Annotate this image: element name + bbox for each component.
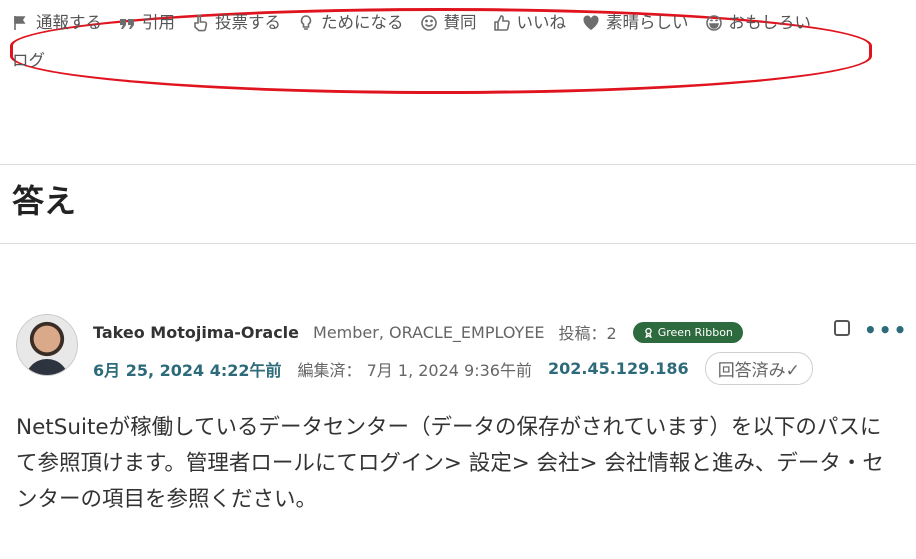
reaction-toolbar: 通報する 引用 投票する ためになる 賛同 いいね 素晴らしい おもしろい ログ [12, 12, 852, 72]
author-role: Member, ORACLE_EMPLOYEE [313, 322, 545, 342]
answers-heading: 答え [12, 182, 77, 220]
awesome-button[interactable]: 素晴らしい [582, 12, 689, 34]
smile-icon [420, 15, 437, 31]
author-name[interactable]: Takeo Motojima-Oracle [93, 323, 299, 342]
author-line: Takeo Motojima-Oracle Member, ORACLE_EMP… [93, 320, 743, 344]
post-meta: 6月 25, 2024 4:22午前 編集済： 7月 1, 2024 9:36午… [93, 352, 813, 385]
lightbulb-icon [300, 15, 312, 30]
agree-label: 賛同 [443, 13, 477, 32]
flag-button[interactable]: 通報する [12, 12, 102, 34]
flag-icon [14, 16, 26, 30]
like-label: いいね [516, 13, 567, 32]
post-body: NetSuiteが稼働しているデータセンター（データの保存がされています）を以下… [16, 415, 884, 512]
post-date[interactable]: 6月 25, 2024 4:22午前 [93, 357, 282, 381]
flag-label: 通報する [36, 13, 102, 32]
divider [0, 243, 916, 244]
heart-icon [583, 15, 599, 30]
awesome-label: 素晴らしい [606, 13, 689, 32]
ribbon-icon [644, 327, 652, 338]
more-options-button[interactable]: ••• [864, 318, 908, 342]
laugh-icon [705, 15, 722, 31]
helpful-button[interactable]: ためになる [297, 12, 404, 34]
vote-button[interactable]: 投票する [191, 12, 281, 34]
post-count: 投稿：2 [558, 324, 617, 343]
log-link[interactable]: ログ [12, 50, 45, 72]
agree-button[interactable]: 賛同 [420, 12, 477, 34]
log-label: ログ [12, 51, 45, 70]
like-button[interactable]: いいね [493, 12, 567, 34]
helpful-label: ためになる [321, 13, 404, 32]
avatar[interactable] [16, 314, 78, 376]
thumbs-up-icon [493, 15, 510, 31]
funny-label: おもしろい [728, 13, 812, 32]
vote-hand-icon [194, 14, 208, 32]
quote-icon [120, 19, 134, 29]
vote-label: 投票する [215, 13, 281, 32]
select-checkbox[interactable] [834, 320, 850, 336]
ip-address[interactable]: 202.45.129.186 [548, 359, 689, 378]
funny-button[interactable]: おもしろい [705, 12, 812, 34]
edited-timestamp: 編集済： 7月 1, 2024 9:36午前 [297, 360, 532, 380]
quote-label: 引用 [142, 13, 175, 32]
rank-badge: Green Ribbon [632, 321, 743, 343]
answered-badge: 回答済み✓ [704, 352, 813, 385]
quote-button[interactable]: 引用 [118, 12, 175, 34]
divider [0, 164, 916, 165]
badge-label: Green Ribbon [657, 325, 733, 339]
